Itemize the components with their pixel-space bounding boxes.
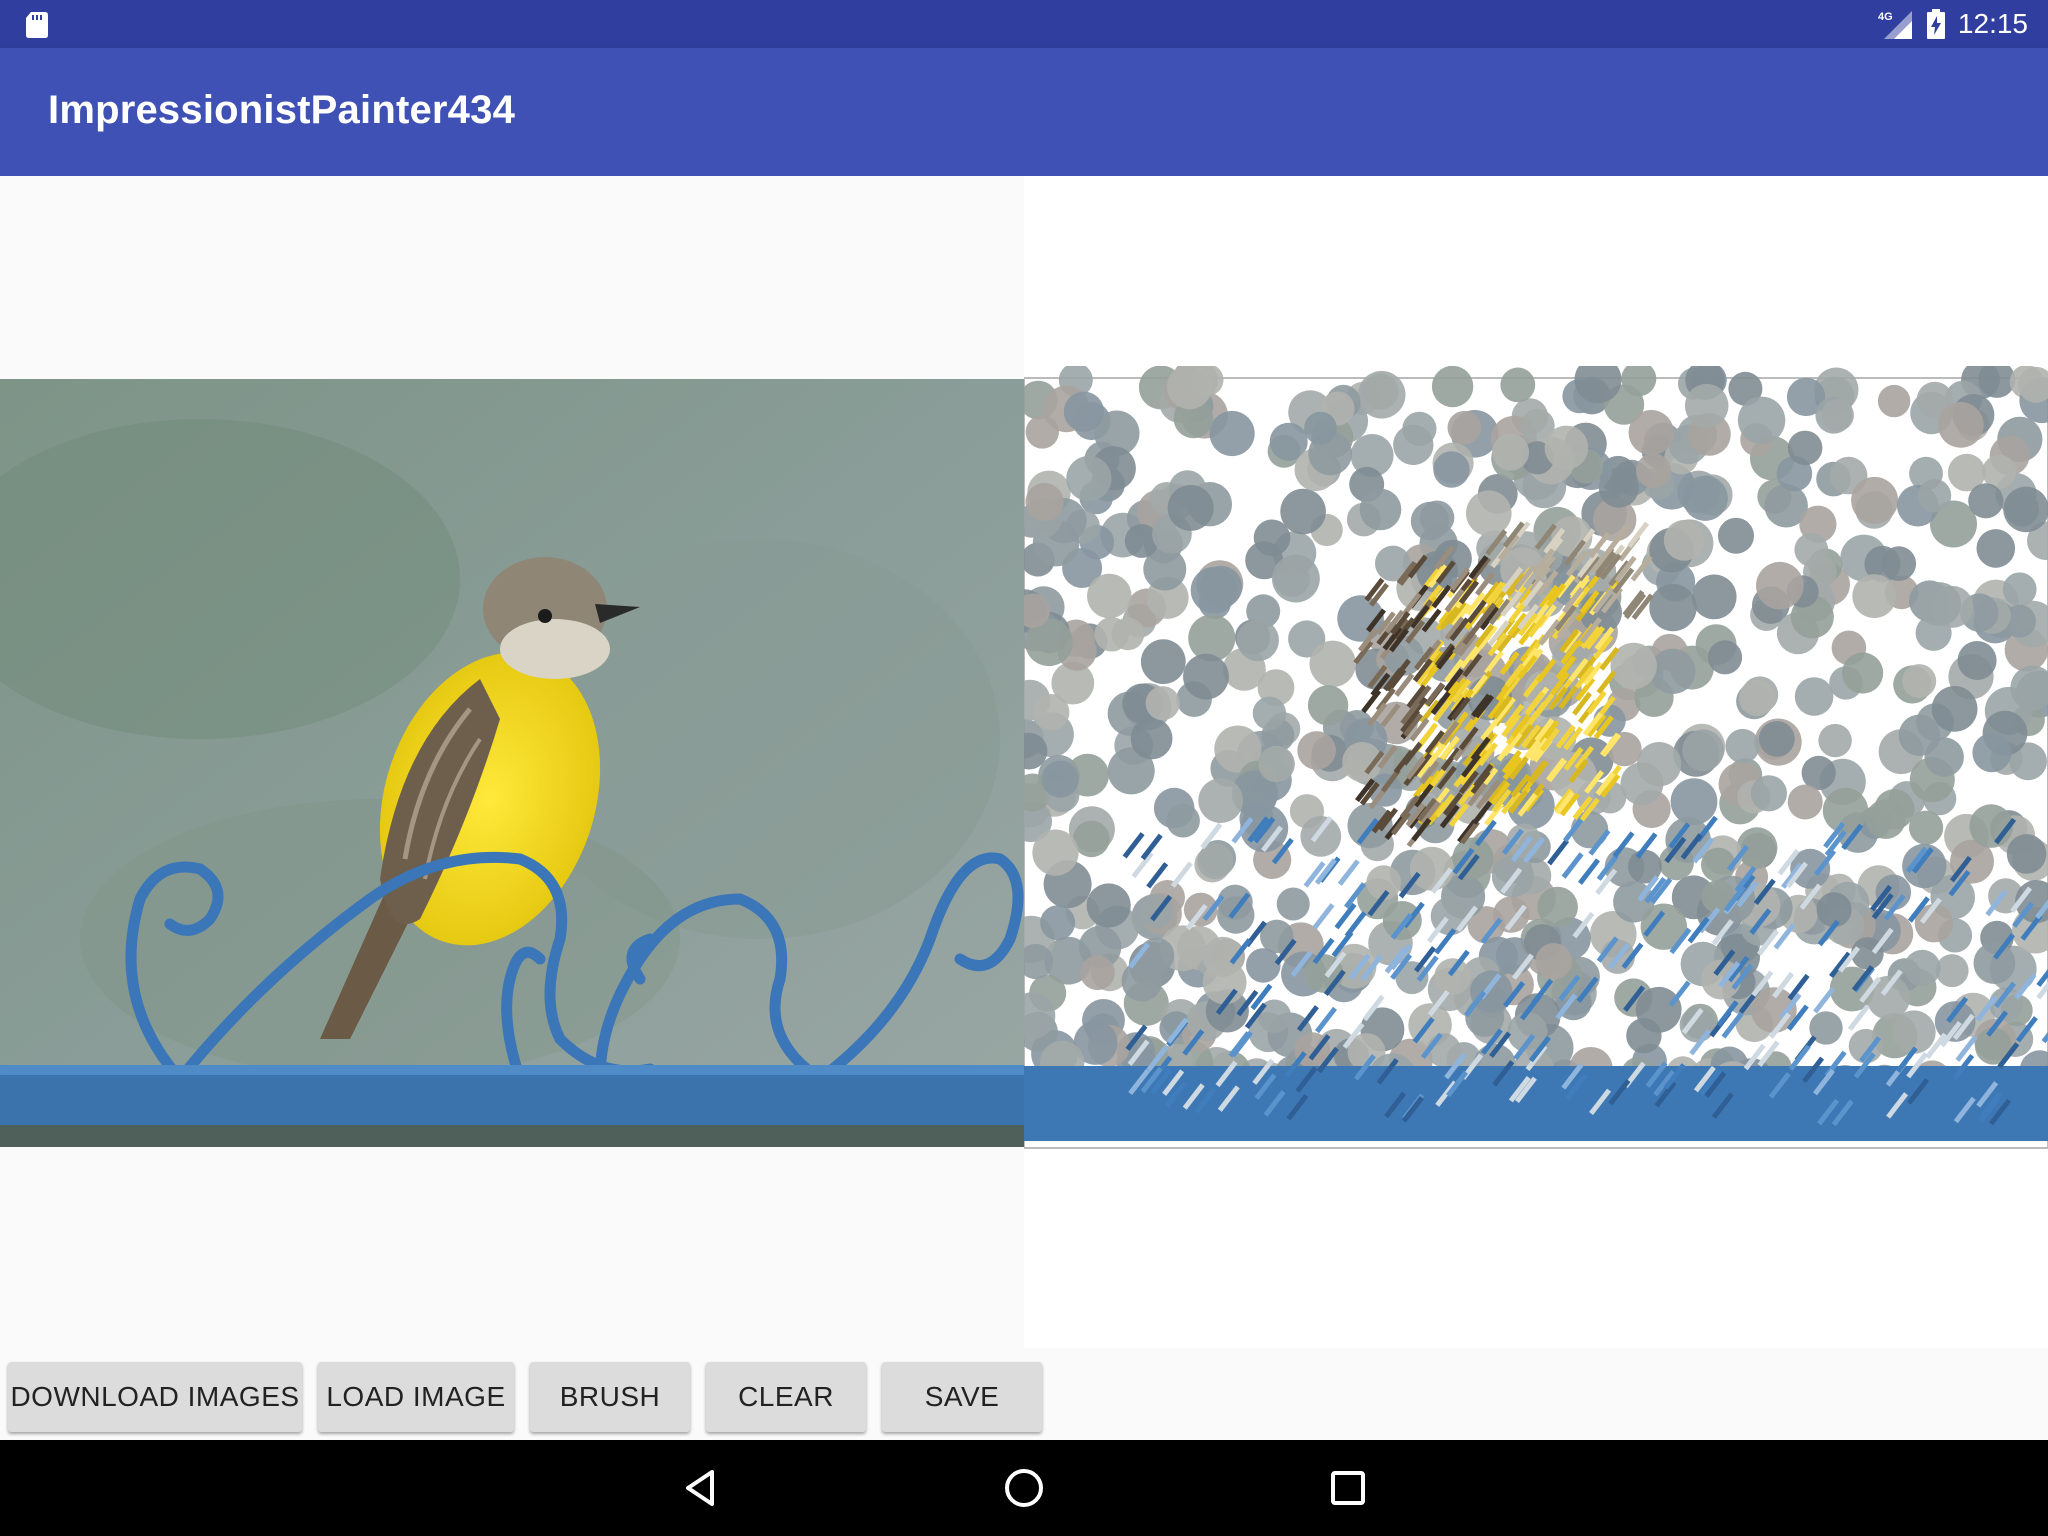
- download-images-button[interactable]: DOWNLOAD IMAGES: [8, 1362, 302, 1432]
- home-icon[interactable]: [994, 1458, 1054, 1518]
- toolbar: DOWNLOAD IMAGES LOAD IMAGE BRUSH CLEAR S…: [0, 1354, 1100, 1440]
- clock: 12:15: [1957, 8, 2028, 39]
- save-button[interactable]: SAVE: [882, 1362, 1042, 1432]
- impressionist-painting-canvas[interactable]: [1024, 366, 2048, 1166]
- original-bird-photo: [0, 379, 1024, 1147]
- sd-card-icon: [26, 12, 48, 38]
- painting-canvas-pane[interactable]: [1024, 176, 2048, 1348]
- app-title: ImpressionistPainter434: [48, 88, 516, 132]
- recents-icon[interactable]: [1318, 1458, 1378, 1518]
- clear-button[interactable]: CLEAR: [706, 1362, 866, 1432]
- main-content: DOWNLOAD IMAGES LOAD IMAGE BRUSH CLEAR S…: [0, 176, 2048, 1440]
- network-type: 4G: [1878, 11, 1893, 23]
- original-image-pane: [0, 176, 1024, 1348]
- load-image-button[interactable]: LOAD IMAGE: [318, 1362, 514, 1432]
- app-bar: ImpressionistPainter434: [0, 48, 2048, 176]
- battery-charging-icon: [1926, 9, 1945, 39]
- brush-button[interactable]: BRUSH: [530, 1362, 690, 1432]
- signal-icon: 4G: [1878, 11, 1912, 39]
- navigation-bar: [0, 1440, 2048, 1536]
- back-icon[interactable]: [670, 1458, 730, 1518]
- status-bar: 4G 12:15: [0, 0, 2048, 48]
